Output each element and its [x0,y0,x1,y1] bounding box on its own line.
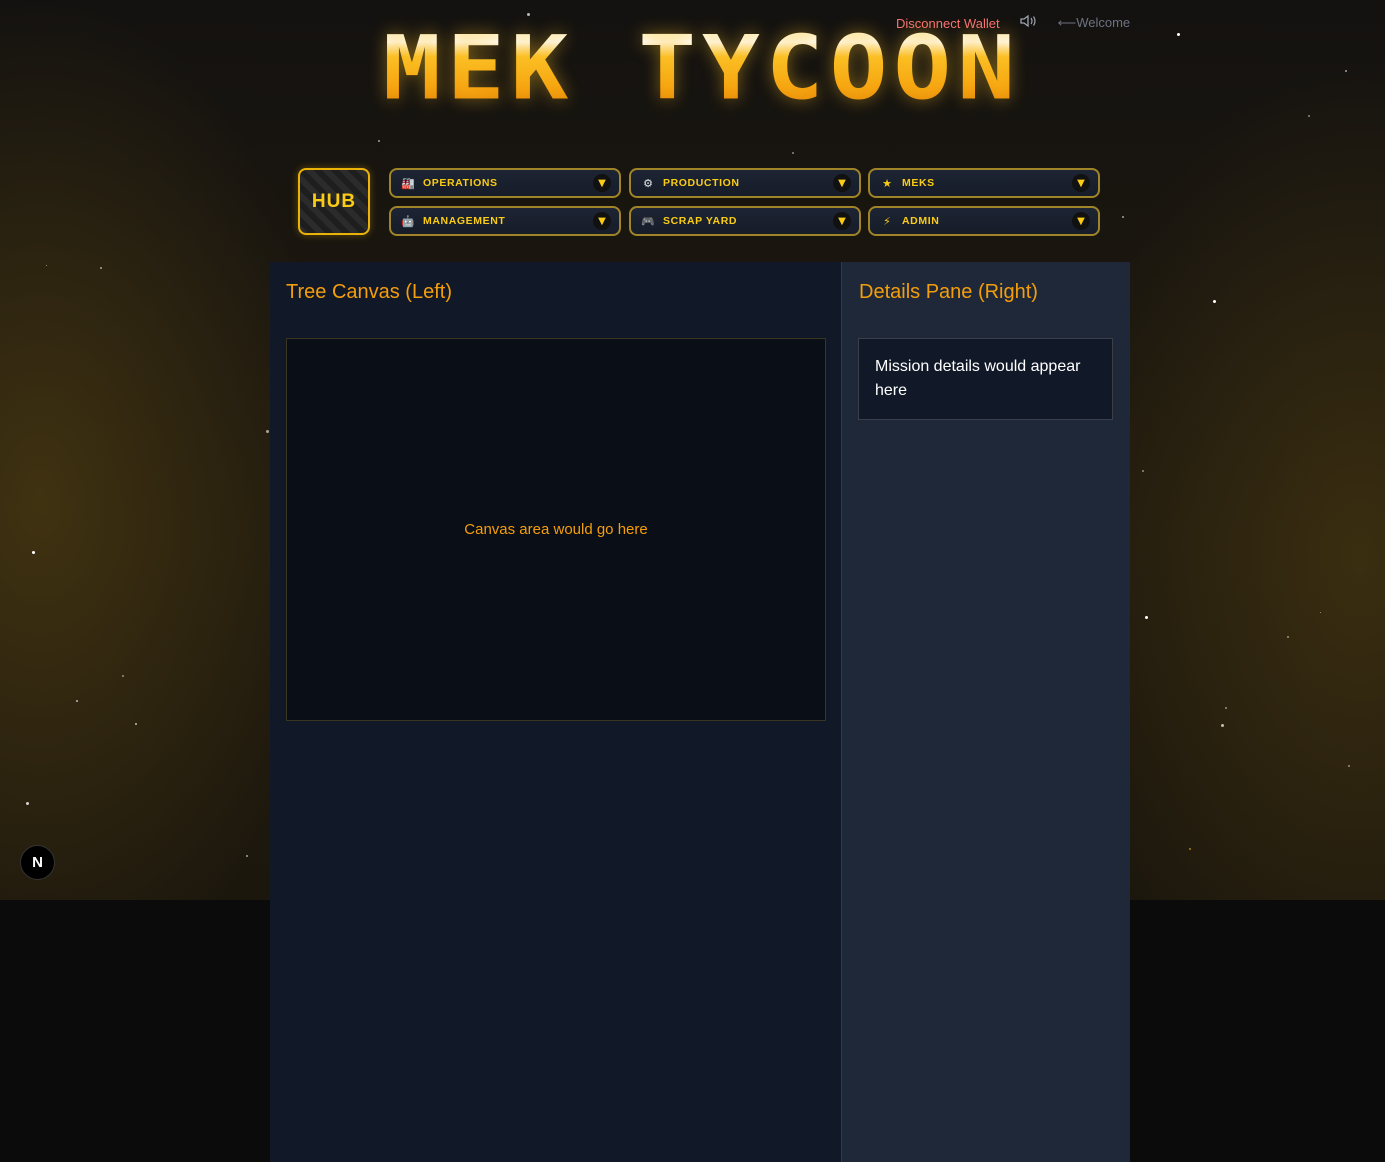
lightning-icon: ⚡ [883,214,891,228]
chevron-down-icon: ▼ [833,174,851,192]
nav-admin-dropdown[interactable]: ⚡ ADMIN ▼ [868,206,1100,236]
chevron-down-icon: ▼ [593,212,611,230]
nav-production-dropdown[interactable]: ⚙ PRODUCTION ▼ [629,168,861,198]
main-panel: Tree Canvas (Left) Canvas area would go … [270,262,1130,1162]
nav-admin-label: ADMIN [902,215,940,227]
chevron-down-icon: ▼ [1072,174,1090,192]
chevron-down-icon: ▼ [1072,212,1090,230]
nav-operations-label: OPERATIONS [423,177,498,189]
nav-production-label: PRODUCTION [663,177,740,189]
details-pane-title: Details Pane (Right) [859,281,1038,303]
nav-management-dropdown[interactable]: 🤖 MANAGEMENT ▼ [389,206,621,236]
chevron-down-icon: ▼ [593,174,611,192]
nav-meks-label: MEKS [902,177,935,189]
factory-icon: 🏭 [401,176,415,190]
chevron-down-icon: ▼ [833,212,851,230]
canvas-placeholder-text: Canvas area would go here [464,521,648,538]
nav-scrap-yard-label: SCRAP YARD [663,215,738,227]
nav-management-label: MANAGEMENT [423,215,506,227]
nav-meks-dropdown[interactable]: ★ MEKS ▼ [868,168,1100,198]
nav-operations-dropdown[interactable]: 🏭 OPERATIONS ▼ [389,168,621,198]
tree-canvas-area[interactable]: Canvas area would go here [286,338,826,721]
nav-scrap-yard-dropdown[interactable]: 🎮 SCRAP YARD ▼ [629,206,861,236]
robot-icon: 🤖 [401,214,415,228]
tree-canvas-pane: Tree Canvas (Left) Canvas area would go … [270,262,842,1162]
gamepad-icon: 🎮 [641,214,655,228]
tree-canvas-title: Tree Canvas (Left) [286,281,452,303]
hub-button[interactable]: HUB [298,168,370,235]
star-icon: ★ [882,176,892,190]
next-dev-tools-button[interactable]: N [20,845,55,880]
gear-icon: ⚙ [643,176,653,190]
mission-details-box: Mission details would appear here [858,338,1113,420]
details-pane: Details Pane (Right) Mission details wou… [842,262,1130,1162]
mek-tycoon-logo: MEK TYCOON [312,22,1092,114]
